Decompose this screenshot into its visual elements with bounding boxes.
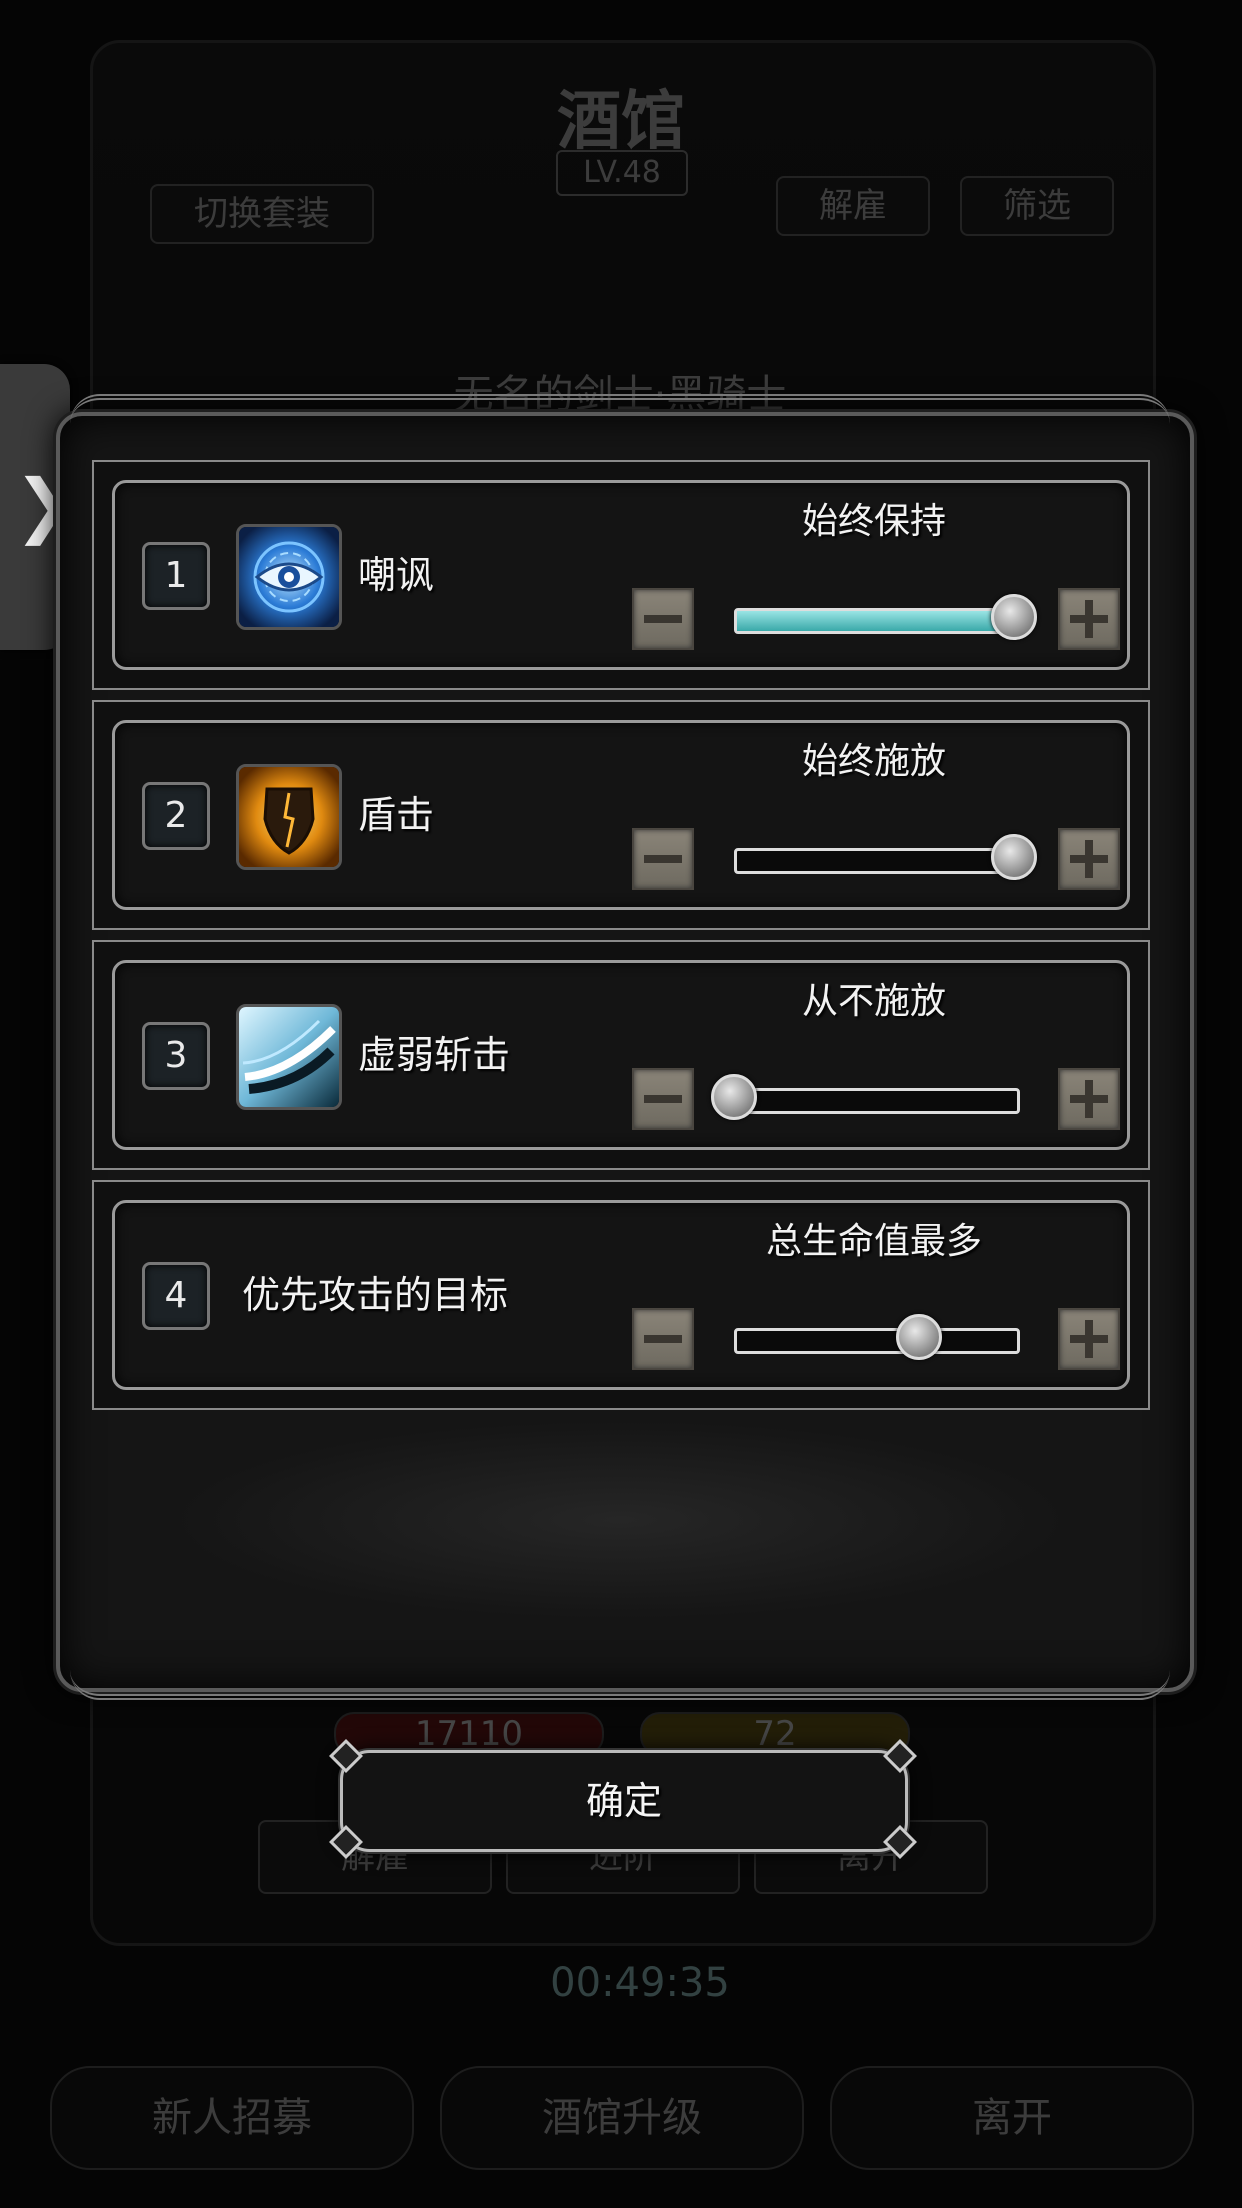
slider-knob[interactable] bbox=[991, 594, 1037, 640]
setting-row-1: 1 嘲讽 始终保持 bbox=[92, 460, 1150, 690]
decrease-button[interactable] bbox=[632, 1068, 694, 1130]
setting-value: 从不施放 bbox=[801, 981, 946, 1022]
weaken-slash-icon bbox=[236, 1004, 342, 1110]
setting-label: 盾击 bbox=[358, 793, 435, 837]
recruit-button: 新人招募 bbox=[50, 2066, 414, 2170]
tavern-title: 酒馆 bbox=[557, 84, 685, 159]
setting-row-4: 4 优先攻击的目标 总生命值最多 bbox=[92, 1180, 1150, 1410]
dialog-bottom-ornament bbox=[70, 1664, 1170, 1700]
setting-label: 优先攻击的目标 bbox=[242, 1273, 509, 1317]
shield-bash-icon bbox=[236, 764, 342, 870]
dialog-top-ornament bbox=[70, 394, 1170, 430]
priority-number: 3 bbox=[142, 1022, 210, 1090]
decrease-button[interactable] bbox=[632, 588, 694, 650]
slider-knob[interactable] bbox=[711, 1074, 757, 1120]
increase-button[interactable] bbox=[1058, 828, 1120, 890]
increase-button[interactable] bbox=[1058, 1068, 1120, 1130]
setting-row-3: 3 虚弱斩击 从不施放 bbox=[92, 940, 1150, 1170]
setting-label: 虚弱斩击 bbox=[358, 1033, 511, 1077]
priority-number: 2 bbox=[142, 782, 210, 850]
slider-knob[interactable] bbox=[895, 1314, 942, 1360]
switch-outfit-button: 切换套装 bbox=[150, 184, 374, 244]
priority-number: 4 bbox=[142, 1262, 210, 1330]
upgrade-tavern-button: 酒馆升级 bbox=[440, 2066, 804, 2170]
setting-slider[interactable] bbox=[734, 1328, 1020, 1354]
increase-button[interactable] bbox=[1058, 1308, 1120, 1370]
setting-value: 始终施放 bbox=[801, 741, 946, 782]
priority-number: 1 bbox=[142, 542, 210, 610]
setting-value: 始终保持 bbox=[801, 501, 946, 542]
tavern-level-badge: LV.48 bbox=[556, 150, 688, 196]
setting-slider[interactable] bbox=[734, 1088, 1020, 1114]
setting-slider[interactable] bbox=[734, 608, 1020, 634]
dismiss-top-button: 解雇 bbox=[776, 176, 930, 236]
setting-value: 总生命值最多 bbox=[765, 1221, 982, 1262]
countdown-timer: 00:49:35 bbox=[550, 1960, 730, 2006]
setting-slider[interactable] bbox=[734, 848, 1020, 874]
setting-label: 嘲讽 bbox=[358, 553, 435, 597]
increase-button[interactable] bbox=[1058, 588, 1120, 650]
slider-fill bbox=[737, 611, 1017, 631]
confirm-button[interactable]: 确定 bbox=[340, 1750, 908, 1852]
decrease-button[interactable] bbox=[632, 828, 694, 890]
decrease-button[interactable] bbox=[632, 1308, 694, 1370]
setting-row-2: 2 盾击 始终施放 bbox=[92, 700, 1150, 930]
taunt-eye-icon bbox=[236, 524, 342, 630]
dialog-texture bbox=[170, 1420, 1070, 1620]
filter-button: 筛选 bbox=[960, 176, 1114, 236]
leave-button: 离开 bbox=[830, 2066, 1194, 2170]
slider-knob[interactable] bbox=[991, 834, 1037, 880]
